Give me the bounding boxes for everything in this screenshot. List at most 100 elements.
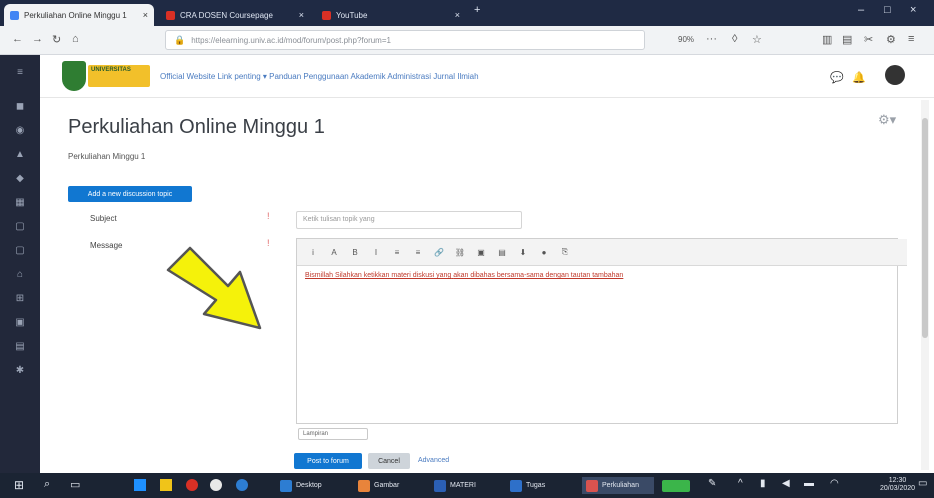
close-icon[interactable]: × (143, 10, 148, 20)
forward-icon[interactable]: → (32, 33, 43, 45)
course-icon[interactable]: ◼ (11, 101, 29, 112)
notifications-icon[interactable]: 🔔 (852, 71, 866, 84)
edge-icon[interactable] (236, 479, 248, 491)
record-video-icon[interactable]: ⎘ (559, 247, 571, 257)
gear-icon[interactable]: ⚙▾ (878, 112, 896, 128)
add-discussion-button[interactable]: Add a new discussion topic (68, 186, 192, 202)
bold-icon[interactable]: B (349, 248, 361, 257)
browser-icon[interactable] (186, 479, 198, 491)
message-label: Message (90, 241, 123, 250)
tab-title: Perkuliahan Online Minggu 1 (24, 10, 127, 20)
taskbar-app-materi[interactable]: MATERI (430, 477, 502, 494)
bookmark-star-icon[interactable]: ☆ (752, 33, 762, 46)
battery-icon[interactable]: ▬ (804, 478, 814, 489)
volume-icon[interactable]: ◀ (782, 478, 790, 489)
home-icon[interactable]: ⊞ (11, 293, 29, 304)
home-icon[interactable]: ⌂ (72, 33, 79, 45)
wifi-icon[interactable]: ◠ (830, 478, 839, 489)
tab-perkuliahan-online[interactable]: Perkuliahan Online Minggu 1 × (4, 4, 154, 26)
messages-icon[interactable]: 💬 (830, 71, 844, 84)
search-icon[interactable]: ⌕ (44, 478, 50, 491)
badges-icon[interactable]: ▲ (11, 149, 29, 160)
breadcrumb[interactable]: Perkuliahan Minggu 1 (68, 152, 145, 161)
pocket-icon[interactable]: ◊ (732, 33, 737, 45)
italic-icon[interactable]: I (370, 248, 382, 257)
scrollbar-thumb[interactable] (922, 118, 928, 338)
file-icon[interactable]: ⬇ (517, 248, 529, 257)
logo-shield-icon (62, 61, 86, 91)
taskbar-app-label: Perkuliahan (602, 482, 639, 489)
files-icon[interactable]: ▤ (11, 341, 29, 352)
windows-start-icon[interactable]: ⊞ (14, 478, 24, 492)
link-icon[interactable]: 🔗 (433, 248, 445, 257)
store-icon[interactable] (134, 479, 146, 491)
grades-icon[interactable]: ▦ (11, 197, 29, 208)
address-bar[interactable]: 🔒 https://elearning.univ.ac.id/mod/forum… (165, 30, 645, 50)
message-editor[interactable]: i A B I ≡ ≡ 🔗 ⛓ ▣ ▤ ⬇ ● ⎘ Bismillah Sila… (296, 238, 907, 424)
app-icon (510, 479, 522, 492)
zoom-level[interactable]: 90% (678, 35, 694, 44)
section-icon[interactable]: ▢ (11, 245, 29, 256)
tray-expand-icon[interactable]: ^ (738, 478, 743, 489)
image-icon[interactable]: ▣ (475, 248, 487, 257)
cancel-button[interactable]: Cancel (368, 453, 410, 469)
minimize-icon[interactable]: – (858, 4, 864, 16)
screenshot-icon[interactable]: ✂ (864, 33, 873, 46)
section-icon[interactable]: ▢ (11, 221, 29, 232)
editor-link[interactable]: dengan tautan tambahan (545, 272, 623, 279)
menu-dots-icon[interactable]: ··· (706, 33, 717, 45)
drawer-toggle-icon[interactable]: ≡ (11, 67, 29, 78)
taskbar-app-green[interactable] (658, 477, 694, 494)
settings-icon[interactable]: ✱ (11, 365, 29, 376)
editor-link[interactable]: akan dibahas bersama-sama (453, 272, 543, 279)
hamburger-menu-icon[interactable]: ≡ (908, 33, 914, 45)
subject-input[interactable]: Ketik tulisan topik yang (296, 211, 522, 229)
taskbar-app-label: Desktop (296, 482, 322, 489)
editor-link[interactable]: Bismillah Silahkan ketikkan materi disku… (305, 272, 451, 279)
competencies-icon[interactable]: ◆ (11, 173, 29, 184)
maximize-icon[interactable]: □ (884, 4, 891, 16)
back-icon[interactable]: ← (12, 33, 23, 45)
system-clock[interactable]: 12:30 20/03/2020 (880, 477, 915, 493)
unlink-icon[interactable]: ⛓ (454, 248, 466, 257)
numbered-list-icon[interactable]: ≡ (412, 248, 424, 257)
library-icon[interactable]: ▥ (822, 33, 832, 46)
extension-icon[interactable]: ⚙ (886, 33, 896, 46)
file-explorer-icon[interactable] (160, 479, 172, 491)
pen-icon[interactable]: ✎ (708, 478, 716, 489)
user-avatar[interactable] (885, 65, 905, 85)
close-icon[interactable]: × (455, 10, 460, 20)
paragraph-style-icon[interactable]: A (328, 248, 340, 257)
new-tab-icon[interactable]: + (474, 4, 480, 16)
toolbar-toggle-icon[interactable]: i (307, 248, 319, 257)
notification-center-icon[interactable]: ▭ (918, 478, 927, 489)
close-icon[interactable]: × (299, 10, 304, 20)
attachment-button[interactable]: Lampiran (298, 428, 368, 440)
taskbar-app-label: MATERI (450, 482, 476, 489)
taskbar-app-gambar[interactable]: Gambar (354, 477, 426, 494)
custom-menu[interactable]: Official Website Link penting ▾ Panduan … (160, 72, 479, 81)
participants-icon[interactable]: ◉ (11, 125, 29, 136)
tab-coursepage[interactable]: CRA DOSEN Coursepage × (160, 4, 310, 26)
post-to-forum-button[interactable]: Post to forum (294, 453, 362, 469)
advanced-link[interactable]: Advanced (418, 457, 449, 464)
bullet-list-icon[interactable]: ≡ (391, 248, 403, 257)
taskbar-app-perkuliahan[interactable]: Perkuliahan (582, 477, 654, 494)
chrome-icon[interactable] (210, 479, 222, 491)
editor-content[interactable]: Bismillah Silahkan ketikkan materi disku… (305, 271, 890, 281)
taskbar-app-tugas[interactable]: Tugas (506, 477, 578, 494)
record-audio-icon[interactable]: ● (538, 248, 550, 257)
network-icon[interactable]: ▮ (760, 478, 766, 489)
dashboard-icon[interactable]: ⌂ (11, 269, 29, 280)
tab-favicon (166, 10, 175, 20)
media-icon[interactable]: ▤ (496, 248, 508, 257)
tab-youtube[interactable]: YouTube × (316, 4, 466, 26)
close-window-icon[interactable]: × (910, 4, 916, 16)
reload-icon[interactable]: ↻ (52, 33, 61, 46)
site-logo[interactable]: UNIVERSITAS (62, 61, 152, 91)
calendar-icon[interactable]: ▣ (11, 317, 29, 328)
taskbar-app-desktop[interactable]: Desktop (276, 477, 348, 494)
sidebar-icon[interactable]: ▤ (842, 33, 852, 46)
task-view-icon[interactable]: ▭ (70, 478, 80, 491)
browser-nav-bar: ← → ↻ ⌂ 🔒 https://elearning.univ.ac.id/m… (0, 26, 934, 55)
